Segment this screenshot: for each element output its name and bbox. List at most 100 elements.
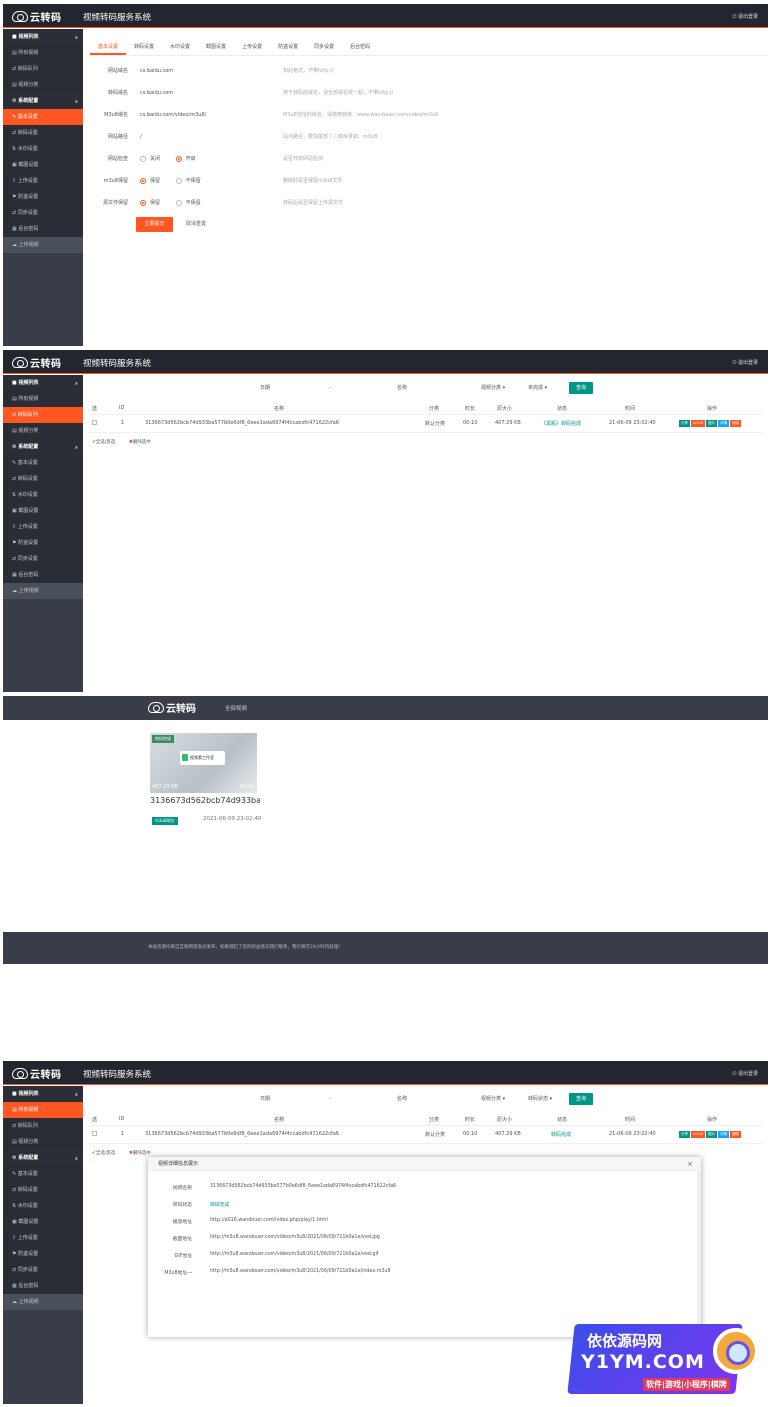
- tab-screenshot[interactable]: 截图设置: [198, 40, 234, 55]
- sidebar-item-categories[interactable]: ▤ 视频分类: [3, 423, 83, 439]
- sidebar-item-all-videos[interactable]: ▤ 所有视频: [3, 1102, 83, 1118]
- delete-selected-button[interactable]: ✖删除选中: [129, 1150, 151, 1156]
- sidebar-item-watermark[interactable]: ⇅ 水印设置: [3, 1198, 83, 1214]
- tab-upload[interactable]: 上传设置: [234, 40, 270, 55]
- sidebar-group-config[interactable]: ⚙ 系统配置: [3, 439, 83, 455]
- category-select[interactable]: 视频分类 ▾: [481, 1093, 505, 1105]
- sidebar-item-watermark[interactable]: ⇅ 水印设置: [3, 487, 83, 503]
- sidebar-group-config[interactable]: ⚙ 系统配置: [3, 1150, 83, 1166]
- video-title[interactable]: 3136673d562bcb74d933ba5...: [150, 796, 260, 805]
- tab-watermark[interactable]: 水印设置: [162, 40, 198, 55]
- radio-site-check-off[interactable]: 关闭: [140, 155, 160, 162]
- sidebar-item-watermark[interactable]: ⇅ 水印设置: [3, 141, 83, 157]
- m3u8-button[interactable]: m3u8: [691, 1131, 706, 1138]
- detail-button[interactable]: 详情: [718, 1131, 730, 1138]
- logo[interactable]: 云转码: [12, 354, 62, 370]
- logo[interactable]: 云转码: [12, 1065, 62, 1081]
- sidebar-item-hotlink[interactable]: ⚑ 防盗设置: [3, 535, 83, 551]
- nav-all-videos[interactable]: 全部视频: [225, 704, 247, 712]
- detail-button[interactable]: 详情: [718, 420, 730, 427]
- radio-site-check-on[interactable]: 开启: [175, 155, 196, 162]
- sidebar-item-sync[interactable]: ⇄ 同步设置: [3, 205, 83, 221]
- sidebar-item-basic[interactable]: ✎ 基本设置: [3, 455, 83, 471]
- sidebar-item-sync[interactable]: ⇄ 同步设置: [3, 1262, 83, 1278]
- sidebar-item-basic[interactable]: ✎ 基本设置: [3, 1166, 83, 1182]
- status-select[interactable]: 未完成 ▾: [528, 382, 547, 394]
- sidebar-item-password[interactable]: ▦ 后台密码: [3, 567, 83, 583]
- sidebar-item-all-videos[interactable]: ▤ 所有视频: [3, 45, 83, 61]
- date-range-dash[interactable]: -: [329, 1093, 331, 1105]
- category-select[interactable]: 视频分类 ▾: [481, 382, 505, 394]
- sidebar-group-videos[interactable]: ■ 视频列表: [3, 29, 83, 45]
- sidebar-item-categories[interactable]: ▤ 视频分类: [3, 1134, 83, 1150]
- row-checkbox[interactable]: [92, 1131, 97, 1136]
- sidebar-item-basic[interactable]: ✎ 基本设置: [3, 109, 83, 125]
- sidebar-item-upload[interactable]: ☁ 上传视频: [3, 583, 83, 599]
- search-button[interactable]: 查询: [569, 1093, 594, 1105]
- share-button[interactable]: 分享: [679, 420, 690, 427]
- sidebar-item-screenshot[interactable]: ▣ 截图设置: [3, 157, 83, 173]
- sidebar-item-password[interactable]: ▦ 后台密码: [3, 221, 83, 237]
- reset-button[interactable]: 取消重置: [186, 217, 206, 232]
- sidebar-item-screenshot[interactable]: ▣ 截图设置: [3, 503, 83, 519]
- sidebar-group-config[interactable]: ⚙ 系统配置: [3, 93, 83, 109]
- gallery-footer: 本站资源均来自互联网或会员发布，如果侵犯了您的权益请与我们联系，我们将在24小时…: [3, 932, 768, 964]
- sidebar-item-upload-settings[interactable]: ⇧ 上传设置: [3, 1230, 83, 1246]
- select-all-button[interactable]: ✔全选/反选: [92, 439, 115, 445]
- logo[interactable]: 云转码: [148, 700, 196, 715]
- sidebar-item-transcode[interactable]: ⇄ 转码设置: [3, 1182, 83, 1198]
- site-domain-input[interactable]: cs.baidu.com: [140, 64, 173, 78]
- close-icon[interactable]: ×: [687, 1157, 693, 1171]
- image-button[interactable]: 图片: [706, 1131, 718, 1138]
- site-path-input[interactable]: /: [140, 130, 142, 144]
- tab-password[interactable]: 后台密码: [342, 40, 378, 55]
- sidebar-item-sync[interactable]: ⇄ 同步设置: [3, 551, 83, 567]
- submit-button[interactable]: 立即提交: [136, 217, 173, 232]
- sidebar-item-queue[interactable]: ⇄ 转码队列: [3, 61, 83, 77]
- search-button[interactable]: 查询: [569, 382, 594, 394]
- logout-button[interactable]: ⏻ 退出登录: [732, 1070, 758, 1077]
- sidebar-item-upload[interactable]: ☁ 上传视频: [3, 1294, 83, 1310]
- tab-basic[interactable]: 基本设置: [90, 40, 127, 55]
- delete-button[interactable]: 删除: [730, 1131, 742, 1138]
- video-thumbnail[interactable]: 转码完成 视频素工作室 407.29 KB 00:10: [150, 733, 257, 793]
- sidebar-item-categories[interactable]: ▤ 视频分类: [3, 77, 83, 93]
- share-button[interactable]: 分享: [679, 1131, 690, 1138]
- sidebar-group-videos[interactable]: ■ 视频列表: [3, 375, 83, 391]
- image-button[interactable]: 图片: [706, 420, 718, 427]
- date-range-dash[interactable]: -: [329, 382, 331, 394]
- delete-button[interactable]: 删除: [730, 420, 742, 427]
- sidebar-item-upload-settings[interactable]: ⇧ 上传设置: [3, 173, 83, 189]
- radio-m3u8-keep[interactable]: 保留: [140, 177, 160, 184]
- sidebar-group-videos[interactable]: ■ 视频列表: [3, 1086, 83, 1102]
- sidebar-item-hotlink[interactable]: ⚑ 防盗设置: [3, 189, 83, 205]
- sidebar-item-password[interactable]: ▦ 后台密码: [3, 1278, 83, 1294]
- status-select[interactable]: 转码状态 ▾: [528, 1093, 552, 1105]
- sidebar-item-queue[interactable]: ⇄ 转码队列: [3, 407, 83, 423]
- m3u8-button[interactable]: m3u8: [691, 420, 706, 427]
- tab-sync[interactable]: 同步设置: [306, 40, 342, 55]
- tab-transcode[interactable]: 转码设置: [126, 40, 162, 55]
- radio-source-keep[interactable]: 保留: [140, 199, 160, 206]
- m3u8-badge[interactable]: m3u8地址: [152, 817, 178, 825]
- radio-m3u8-discard[interactable]: 不保留: [175, 177, 201, 184]
- sidebar-item-upload[interactable]: ☁ 上传视频: [3, 237, 83, 253]
- sidebar-item-transcode[interactable]: ⇄ 转码设置: [3, 471, 83, 487]
- sidebar-item-transcode[interactable]: ⇄ 转码设置: [3, 125, 83, 141]
- transcode-domain-input[interactable]: cs.baidu.com: [140, 86, 173, 100]
- select-all-button[interactable]: ✔全选/反选: [92, 1150, 115, 1156]
- m3u8-domain-input[interactable]: cs.baidu.com/video/m3u8/: [140, 108, 206, 122]
- radio-source-discard[interactable]: 不保留: [175, 199, 201, 206]
- logout-button[interactable]: ⏻ 退出登录: [732, 13, 758, 20]
- sidebar-item-upload-settings[interactable]: ⇧ 上传设置: [3, 519, 83, 535]
- row-checkbox[interactable]: [92, 420, 97, 425]
- logout-button[interactable]: ⏻ 退出登录: [732, 359, 758, 366]
- logo[interactable]: 云转码: [12, 8, 62, 24]
- sidebar-item-hotlink[interactable]: ⚑ 防盗设置: [3, 1246, 83, 1262]
- sidebar-item-screenshot[interactable]: ▣ 截图设置: [3, 1214, 83, 1230]
- sidebar-item-all-videos[interactable]: ▤ 所有视频: [3, 391, 83, 407]
- delete-selected-button[interactable]: ✖删除选中: [129, 439, 151, 445]
- modal-scrollbar[interactable]: [697, 1171, 701, 1337]
- tab-hotlink[interactable]: 防盗设置: [270, 40, 306, 55]
- sidebar-item-queue[interactable]: ⇄ 转码队列: [3, 1118, 83, 1134]
